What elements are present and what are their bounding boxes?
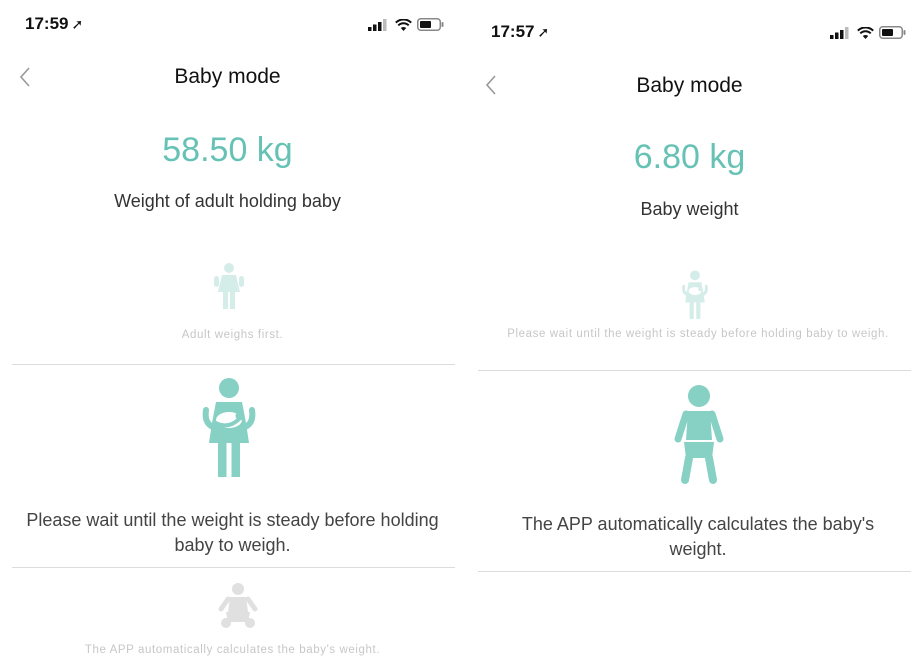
- step-wait-steady: Please wait until the weight is steady b…: [507, 328, 889, 340]
- weight-label: Baby weight: [640, 199, 739, 219]
- screen-baby-mode-baby-weight: 17:57 ➚ Baby mode 6.80 kg Baby weight Pl…: [468, 0, 911, 668]
- divider: [478, 370, 911, 371]
- battery-icon: [879, 26, 906, 39]
- step-adult-weighs: Adult weighs first.: [181, 329, 284, 341]
- divider: [478, 571, 911, 572]
- step-wait-steady: Please wait until the weight is steady b…: [26, 510, 439, 555]
- adult-holding-baby-icon: [682, 270, 708, 320]
- wifi-icon: [395, 18, 412, 31]
- baby-icon: [218, 583, 258, 628]
- baby-icon: [674, 385, 724, 484]
- page-title: Baby mode: [636, 74, 743, 97]
- adult-holding-baby-icon: [202, 378, 256, 477]
- screen-baby-mode-adult-holding: 17:59 ➚ Baby mode 58.50 kg Weight of adul…: [0, 0, 455, 668]
- location-arrow-icon: ➚: [537, 24, 550, 40]
- weight-label: Weight of adult holding baby: [114, 191, 341, 211]
- weight-value: 6.80 kg: [633, 138, 746, 176]
- status-icons: [830, 26, 906, 39]
- wifi-icon: [857, 26, 874, 39]
- page-title: Baby mode: [174, 65, 281, 88]
- adult-icon: [214, 263, 244, 309]
- status-time: 17:57 ➚: [491, 22, 550, 41]
- cellular-signal-icon: [368, 18, 387, 31]
- battery-icon: [417, 18, 444, 31]
- step-app-calculates: The APP automatically calculates the bab…: [521, 514, 875, 559]
- divider: [12, 567, 455, 568]
- weight-value: 58.50 kg: [162, 131, 293, 169]
- cellular-signal-icon: [830, 26, 849, 39]
- status-icons: [368, 18, 444, 31]
- status-time: 17:59 ➚: [25, 14, 84, 33]
- divider: [12, 364, 455, 365]
- step-app-calculates: The APP automatically calculates the bab…: [84, 644, 381, 656]
- location-arrow-icon: ➚: [71, 16, 84, 32]
